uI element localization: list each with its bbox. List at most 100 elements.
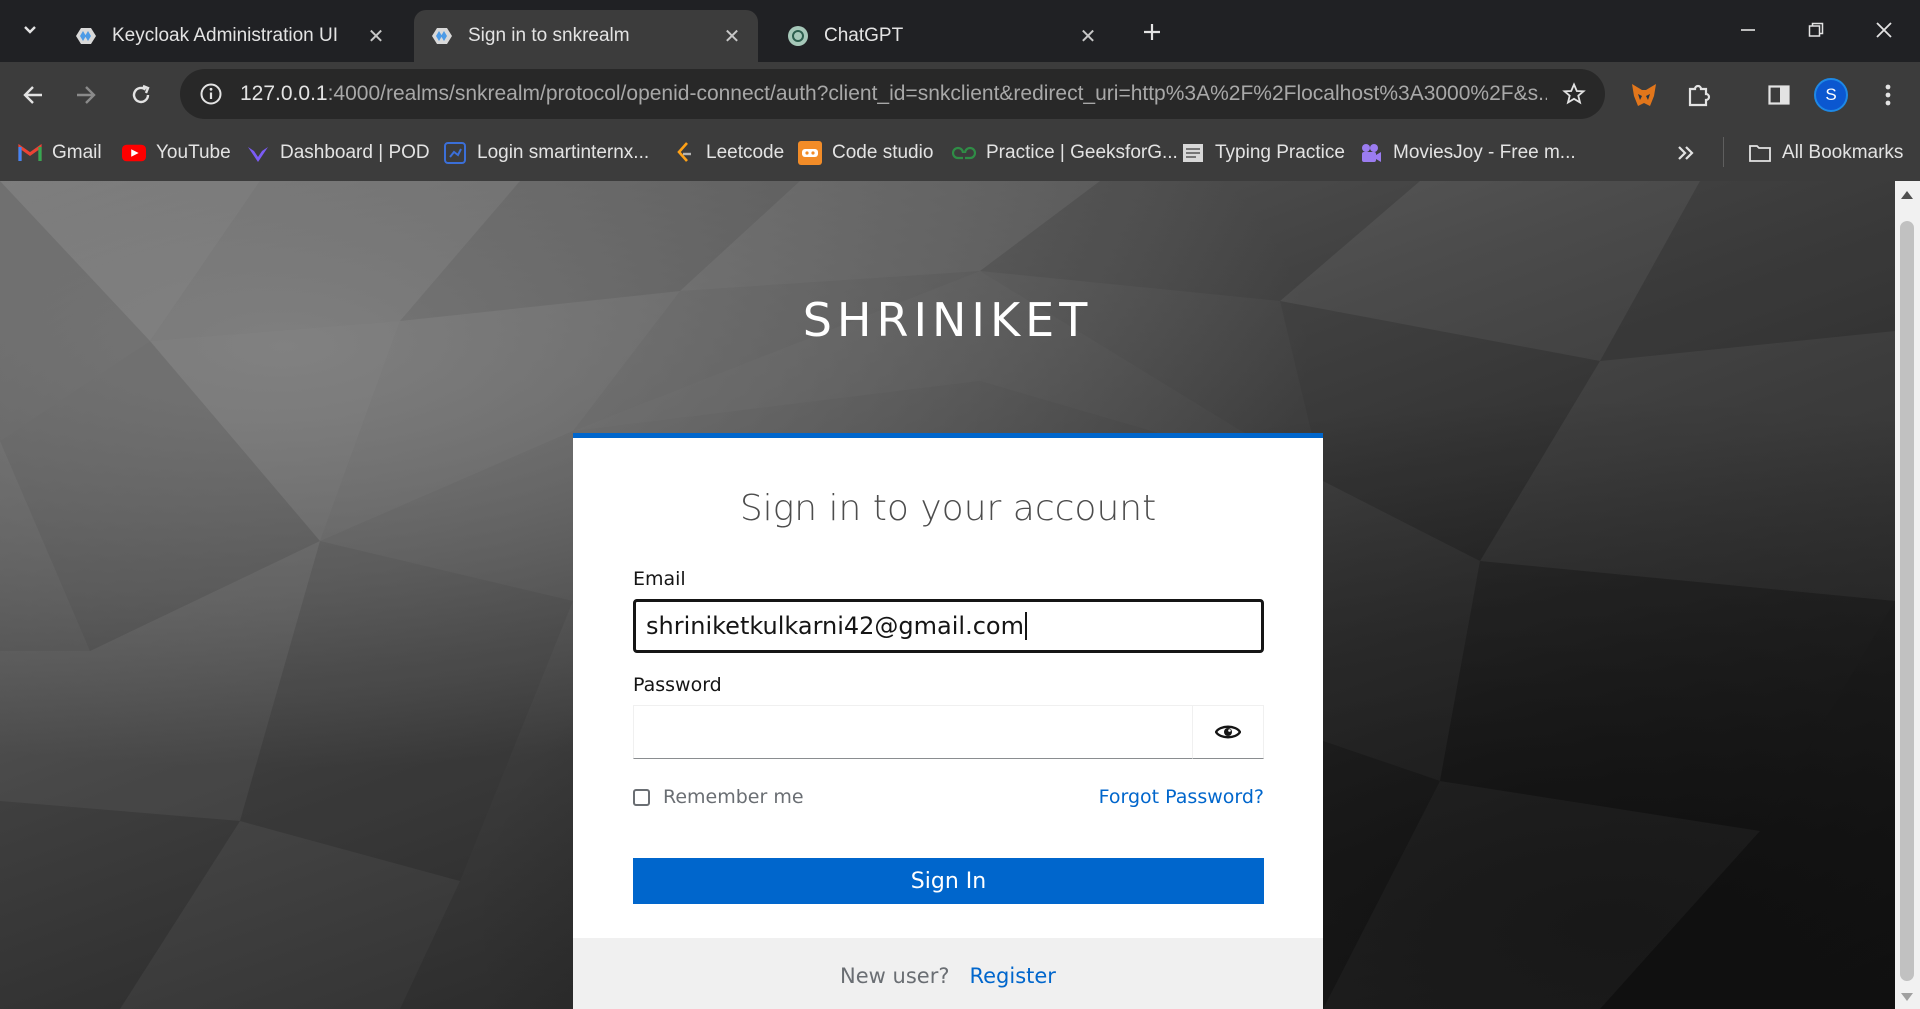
arrow-left-icon (23, 86, 42, 104)
bookmark-label: Typing Practice (1215, 142, 1345, 163)
remember-me-label: Remember me (663, 786, 804, 808)
more-menu-icon[interactable] (1868, 75, 1908, 115)
url-path: :4000/realms/snkrealm/protocol/openid-co… (327, 82, 1547, 105)
tab-title: Keycloak Administration UI (112, 25, 338, 46)
bookmark-smartinternz[interactable]: Login smartinternx... (443, 137, 649, 169)
close-icon (1876, 22, 1892, 38)
url-host: 127.0.0.1 (240, 82, 328, 105)
scroll-down-icon[interactable] (1901, 993, 1913, 1001)
password-label: Password (633, 674, 722, 696)
bookmark-label: Code studio (832, 142, 934, 163)
youtube-icon (122, 141, 146, 165)
tab-title: Sign in to snkrealm (468, 25, 630, 46)
bookmark-typing-practice[interactable]: Typing Practice (1181, 137, 1345, 169)
close-icon[interactable]: ✕ (1076, 24, 1100, 48)
plus-icon (1144, 24, 1160, 40)
extensions-puzzle-icon[interactable] (1679, 75, 1719, 115)
bookmark-star-icon[interactable] (1559, 79, 1589, 109)
all-bookmarks-button[interactable]: All Bookmarks (1748, 137, 1903, 169)
minimize-button[interactable] (1721, 8, 1775, 52)
tab-title: ChatGPT (824, 25, 904, 46)
keycloak-icon (430, 24, 454, 48)
register-link[interactable]: Register (969, 964, 1055, 988)
gfg-icon (952, 141, 976, 165)
bookmark-label: Dashboard | POD (280, 142, 430, 163)
tab-search-button[interactable] (12, 12, 48, 48)
bookmark-label: Practice | GeeksforG... (986, 142, 1178, 163)
metamask-extension-icon[interactable] (1624, 75, 1664, 115)
more-bookmarks-button[interactable] (1676, 137, 1696, 169)
leetcode-icon (672, 141, 696, 165)
email-value: shriniketkulkarni42@gmail.com (646, 612, 1024, 640)
back-button[interactable] (13, 75, 53, 115)
minimize-icon (1741, 29, 1755, 31)
new-tab-button[interactable] (1134, 14, 1170, 50)
close-icon[interactable]: ✕ (364, 24, 388, 48)
arrow-right-icon (77, 86, 96, 104)
chatgpt-icon (786, 24, 810, 48)
chevron-double-right-icon (1678, 146, 1694, 160)
moviesjoy-icon (1359, 141, 1383, 165)
bookmark-label: Gmail (52, 142, 102, 163)
bookmark-gmail[interactable]: Gmail (18, 137, 102, 169)
site-info-icon[interactable] (196, 79, 226, 109)
text-caret (1024, 612, 1027, 640)
tab-strip: Keycloak Administration UI ✕ Sign in to … (0, 0, 1920, 62)
tab-keycloak-admin[interactable]: Keycloak Administration UI ✕ (58, 10, 402, 62)
typing-icon (1181, 141, 1205, 165)
page-scrollbar[interactable] (1895, 181, 1920, 1009)
smartinternz-icon (443, 141, 467, 165)
new-user-text: New user? (840, 964, 950, 988)
profile-avatar[interactable]: S (1814, 78, 1848, 112)
address-bar[interactable]: 127.0.0.1:4000/realms/snkrealm/protocol/… (180, 69, 1605, 119)
email-label: Email (633, 568, 686, 590)
folder-icon (1748, 141, 1772, 165)
eye-icon (1215, 725, 1241, 739)
gmail-icon (18, 141, 42, 165)
forward-button[interactable] (66, 75, 106, 115)
side-panel-icon[interactable] (1759, 75, 1799, 115)
bookmarks-bar: Gmail YouTube Dashboard | POD Login smar… (0, 127, 1920, 181)
bookmark-moviesjoy[interactable]: MoviesJoy - Free m... (1359, 137, 1576, 169)
reload-icon (132, 84, 150, 104)
reload-button[interactable] (121, 75, 161, 115)
keycloak-icon (74, 24, 98, 48)
bookmark-dashboard-pod[interactable]: Dashboard | POD (246, 137, 430, 169)
email-field[interactable]: shriniketkulkarni42@gmail.com (633, 599, 1264, 653)
restore-icon (1808, 22, 1824, 37)
pod-icon (246, 141, 270, 165)
close-window-button[interactable] (1857, 8, 1911, 52)
bookmark-label: MoviesJoy - Free m... (1393, 142, 1576, 163)
url-text[interactable]: 127.0.0.1:4000/realms/snkrealm/protocol/… (240, 82, 1547, 106)
bookmark-label: Login smartinternx... (477, 142, 650, 163)
bookmark-leetcode[interactable]: Leetcode (672, 137, 784, 169)
tab-sign-in-snkrealm[interactable]: Sign in to snkrealm ✕ (414, 10, 758, 62)
show-password-button[interactable] (1192, 705, 1264, 759)
bookmark-label: Leetcode (706, 142, 785, 163)
codestudio-icon (798, 141, 822, 165)
password-field[interactable] (633, 705, 1193, 759)
bookmark-youtube[interactable]: YouTube (122, 137, 231, 169)
login-title: Sign in to your account (739, 488, 1157, 529)
remember-me-checkbox[interactable] (633, 788, 650, 806)
sign-in-button[interactable]: Sign In (633, 858, 1264, 904)
bookmark-geeksforgeeks[interactable]: Practice | GeeksforG... (952, 137, 1178, 169)
password-group (633, 705, 1264, 759)
login-card: Sign in to your account Email shriniketk… (573, 433, 1323, 1009)
forgot-password-link[interactable]: Forgot Password? (1099, 786, 1264, 808)
tab-chatgpt[interactable]: ChatGPT ✕ (770, 10, 1114, 62)
bookmark-code-studio[interactable]: Code studio (798, 137, 933, 169)
browser-chrome: Keycloak Administration UI ✕ Sign in to … (0, 0, 1920, 181)
bookmarks-divider (1723, 137, 1724, 167)
login-page: SHRINIKET Sign in to your account Email … (0, 181, 1895, 1009)
registration-footer: New user? Register (573, 938, 1323, 1009)
bookmark-label: YouTube (156, 142, 231, 163)
restore-button[interactable] (1789, 8, 1843, 52)
close-icon[interactable]: ✕ (720, 24, 744, 48)
realm-name: SHRINIKET (802, 293, 1093, 347)
chevron-down-icon (24, 26, 36, 34)
scrollbar-thumb[interactable] (1900, 221, 1914, 981)
remember-me[interactable]: Remember me (633, 786, 804, 808)
scroll-up-icon[interactable] (1901, 191, 1913, 199)
all-bookmarks-label: All Bookmarks (1782, 142, 1904, 163)
